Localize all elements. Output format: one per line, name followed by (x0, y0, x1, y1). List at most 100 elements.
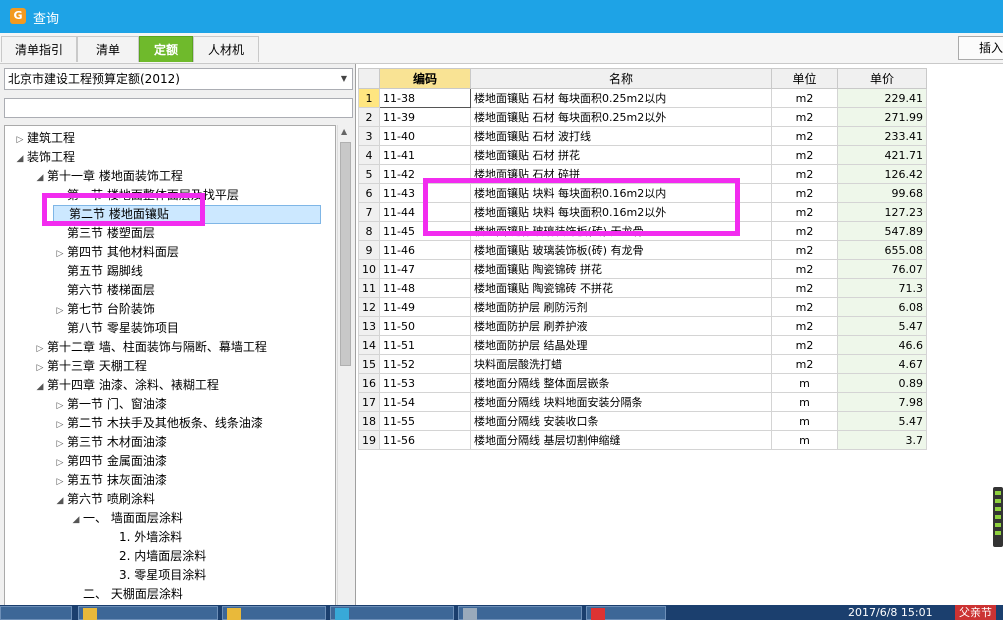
tree-scrollbar[interactable]: ▲ (337, 125, 353, 620)
cell-code[interactable]: 11-42 (379, 164, 471, 184)
cell-code[interactable]: 11-46 (379, 240, 471, 260)
cell-unit[interactable]: m2 (771, 107, 838, 127)
cell-unit[interactable]: m2 (771, 240, 838, 260)
table-row[interactable]: 1 11-38 楼地面镶贴 石材 每块面积0.25m2以内 m2 229.41 (358, 88, 927, 108)
cell-price[interactable]: 655.08 (837, 240, 927, 260)
cell-unit[interactable]: m (771, 411, 838, 431)
cell-price[interactable]: 421.71 (837, 145, 927, 165)
cell-unit[interactable]: m (771, 392, 838, 412)
tree-item[interactable]: ▷ 第一节 门、窗油漆 (53, 395, 167, 414)
cell-code[interactable]: 11-56 (379, 430, 471, 450)
table-row[interactable]: 18 11-55 楼地面分隔线 安装收口条 m 5.47 (358, 411, 927, 431)
taskbar-item[interactable] (586, 606, 666, 620)
tree-item[interactable]: 3. 零星项目涂料 (105, 566, 206, 585)
row-number[interactable]: 6 (358, 183, 380, 203)
tree-item[interactable]: ▷ 第十二章 墙、柱面装饰与隔断、幕墙工程 (33, 338, 267, 357)
cell-code[interactable]: 11-49 (379, 297, 471, 317)
cell-code[interactable]: 11-55 (379, 411, 471, 431)
cell-unit[interactable]: m2 (771, 145, 838, 165)
cell-code[interactable]: 11-45 (379, 221, 471, 241)
cell-name[interactable]: 楼地面分隔线 基层切割伸缩缝 (470, 430, 772, 450)
cell-price[interactable]: 7.98 (837, 392, 927, 412)
filter-input[interactable] (4, 98, 353, 118)
cell-code[interactable]: 11-43 (379, 183, 471, 203)
table-row[interactable]: 4 11-41 楼地面镶贴 石材 拼花 m2 421.71 (358, 145, 927, 165)
cell-code[interactable]: 11-54 (379, 392, 471, 412)
column-header-unit[interactable]: 单位 (771, 68, 838, 89)
tree-item[interactable]: ▷ 第十三章 天棚工程 (33, 357, 147, 376)
cell-name[interactable]: 楼地面镶贴 陶瓷锦砖 拼花 (470, 259, 772, 279)
tree-item[interactable]: ▷ 建筑工程 (13, 129, 75, 148)
cell-price[interactable]: 547.89 (837, 221, 927, 241)
cell-unit[interactable]: m2 (771, 183, 838, 203)
cell-code[interactable]: 11-53 (379, 373, 471, 393)
tree-item[interactable]: ◢ 第十四章 油漆、涂料、裱糊工程 (33, 376, 219, 395)
cell-unit[interactable]: m2 (771, 335, 838, 355)
tree-item[interactable]: ▷ 第五节 抹灰面油漆 (53, 471, 167, 490)
row-number[interactable]: 4 (358, 145, 380, 165)
cell-price[interactable]: 46.6 (837, 335, 927, 355)
cell-name[interactable]: 楼地面镶贴 石材 拼花 (470, 145, 772, 165)
expand-arrow-icon[interactable]: ◢ (33, 169, 47, 188)
column-header-name[interactable]: 名称 (470, 68, 772, 89)
cell-price[interactable]: 6.08 (837, 297, 927, 317)
cell-unit[interactable]: m2 (771, 164, 838, 184)
tab-bill-guide[interactable]: 清单指引 (1, 36, 77, 62)
cell-name[interactable]: 楼地面防护层 结晶处理 (470, 335, 772, 355)
cell-code[interactable]: 11-40 (379, 126, 471, 146)
row-number[interactable]: 13 (358, 316, 380, 336)
table-row[interactable]: 8 11-45 楼地面镶贴 玻璃装饰板(砖) 无龙骨 m2 547.89 (358, 221, 927, 241)
cell-unit[interactable]: m (771, 373, 838, 393)
cell-unit[interactable]: m2 (771, 354, 838, 374)
cell-price[interactable]: 233.41 (837, 126, 927, 146)
cell-name[interactable]: 楼地面镶贴 玻璃装饰板(砖) 无龙骨 (470, 221, 772, 241)
table-row[interactable]: 7 11-44 楼地面镶贴 块料 每块面积0.16m2以外 m2 127.23 (358, 202, 927, 222)
table-row[interactable]: 19 11-56 楼地面分隔线 基层切割伸缩缝 m 3.7 (358, 430, 927, 450)
tree-item[interactable]: ▷ 第二节 木扶手及其他板条、线条油漆 (53, 414, 263, 433)
cell-name[interactable]: 楼地面防护层 刷养护液 (470, 316, 772, 336)
cell-price[interactable]: 271.99 (837, 107, 927, 127)
cell-price[interactable]: 71.3 (837, 278, 927, 298)
cell-price[interactable]: 99.68 (837, 183, 927, 203)
cell-unit[interactable]: m2 (771, 88, 838, 108)
scroll-up-icon[interactable]: ▲ (341, 127, 347, 136)
tree-item[interactable]: ▷ 第七节 台阶装饰 (53, 300, 155, 319)
expand-arrow-icon[interactable]: ◢ (13, 150, 27, 169)
tree-item[interactable]: ▷ 第四节 金属面油漆 (53, 452, 167, 471)
cell-code[interactable]: 11-50 (379, 316, 471, 336)
cell-price[interactable]: 0.89 (837, 373, 927, 393)
tree-item[interactable]: ◢ 第六节 喷刷涂料 (53, 490, 155, 509)
tab-labor-material-machine[interactable]: 人材机 (193, 36, 259, 62)
cell-price[interactable]: 3.7 (837, 430, 927, 450)
tab-bill[interactable]: 清单 (77, 36, 139, 62)
table-row[interactable]: 12 11-49 楼地面防护层 刷防污剂 m2 6.08 (358, 297, 927, 317)
cell-code[interactable]: 11-47 (379, 259, 471, 279)
tree-item[interactable]: ◢ 第十一章 楼地面装饰工程 (33, 167, 183, 186)
taskbar-item[interactable] (458, 606, 582, 620)
cell-unit[interactable]: m2 (771, 126, 838, 146)
row-number[interactable]: 17 (358, 392, 380, 412)
cell-code[interactable]: 11-44 (379, 202, 471, 222)
tree-item[interactable]: 第一节 楼地面整体面层及找平层 (53, 186, 239, 205)
cell-name[interactable]: 楼地面分隔线 整体面层嵌条 (470, 373, 772, 393)
expand-arrow-icon[interactable]: ◢ (33, 378, 47, 397)
row-number[interactable]: 14 (358, 335, 380, 355)
row-number[interactable]: 1 (358, 88, 380, 108)
tab-quota[interactable]: 定额 (139, 36, 193, 62)
cell-price[interactable]: 126.42 (837, 164, 927, 184)
tree-item[interactable]: 第八节 零星装饰项目 (53, 319, 179, 338)
row-number[interactable]: 10 (358, 259, 380, 279)
cell-name[interactable]: 楼地面镶贴 石材 每块面积0.25m2以内 (470, 88, 772, 108)
cell-price[interactable]: 4.67 (837, 354, 927, 374)
column-header-code[interactable]: 编码 (379, 68, 471, 89)
cell-name[interactable]: 楼地面防护层 刷防污剂 (470, 297, 772, 317)
row-number[interactable]: 19 (358, 430, 380, 450)
table-row[interactable]: 14 11-51 楼地面防护层 结晶处理 m2 46.6 (358, 335, 927, 355)
scrollbar-thumb[interactable] (340, 142, 351, 366)
taskbar-item[interactable] (0, 606, 72, 620)
chapter-tree[interactable]: ▷ 建筑工程 ◢ 装饰工程 ◢ 第十一章 楼地面装饰工程 第一节 楼地面整体面层及找平层 第二… (4, 125, 336, 620)
table-row[interactable]: 3 11-40 楼地面镶贴 石材 波打线 m2 233.41 (358, 126, 927, 146)
tree-item[interactable]: 第五节 踢脚线 (53, 262, 143, 281)
cell-price[interactable]: 127.23 (837, 202, 927, 222)
cell-code[interactable]: 11-48 (379, 278, 471, 298)
